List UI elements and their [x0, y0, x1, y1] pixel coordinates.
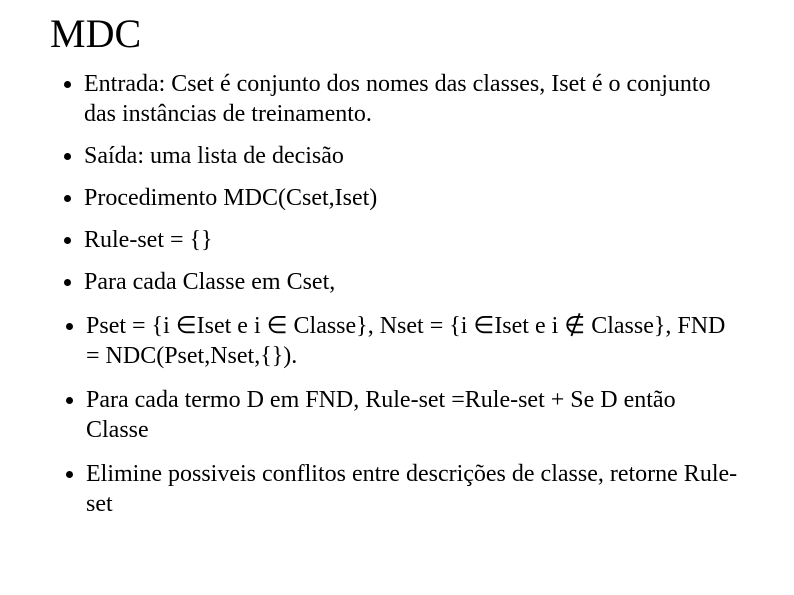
bullet-item: Para cada Classe em Cset,: [84, 267, 744, 297]
slide: MDC Entrada: Cset é conjunto dos nomes d…: [0, 0, 794, 529]
sub-bullet-list: Pset = {i ∈Iset e i ∈ Classe}, Nset = {i…: [50, 311, 744, 519]
bullet-item: Procedimento MDC(Cset,Iset): [84, 183, 744, 213]
sub-bullet-item: Elimine possiveis conflitos entre descri…: [86, 459, 744, 519]
bullet-list: Entrada: Cset é conjunto dos nomes das c…: [50, 69, 744, 297]
bullet-item: Entrada: Cset é conjunto dos nomes das c…: [84, 69, 744, 129]
sub-bullet-item: Pset = {i ∈Iset e i ∈ Classe}, Nset = {i…: [86, 311, 744, 371]
sub-bullet-item: Para cada termo D em FND, Rule-set =Rule…: [86, 385, 744, 445]
bullet-item: Saída: uma lista de decisão: [84, 141, 744, 171]
bullet-item: Rule-set = {}: [84, 225, 744, 255]
slide-title: MDC: [50, 10, 744, 57]
